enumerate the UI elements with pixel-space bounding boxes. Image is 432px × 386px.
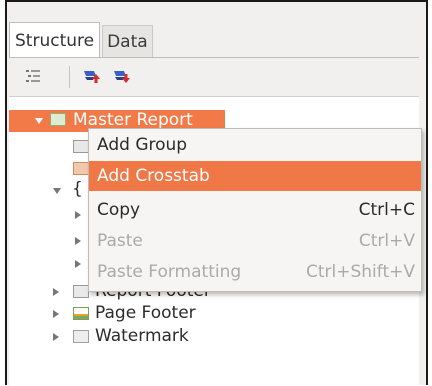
panel-tabs: Structure Data (9, 22, 153, 58)
expand-arrow-icon[interactable] (53, 333, 59, 341)
watermark-icon (73, 330, 89, 343)
menu-item-shortcut: Ctrl+C (358, 200, 415, 220)
menu-item-paste[interactable]: Paste Ctrl+V (89, 226, 421, 256)
tree-label-group-prefix: { (72, 179, 83, 199)
expand-arrow-icon[interactable] (53, 188, 61, 194)
expand-arrow-icon[interactable] (35, 118, 43, 124)
expand-arrow-icon[interactable] (75, 260, 81, 268)
menu-item-add-crosstab[interactable]: Add Crosstab (89, 161, 421, 191)
move-down-icon[interactable] (113, 68, 130, 84)
tab-structure[interactable]: Structure (9, 22, 101, 58)
menu-item-copy[interactable]: Copy Ctrl+C (89, 195, 421, 225)
menu-item-shortcut: Ctrl+V (358, 231, 415, 251)
expand-arrow-icon[interactable] (53, 288, 59, 296)
page-header-icon (73, 140, 89, 153)
expand-arrow-icon[interactable] (75, 237, 81, 245)
move-up-icon[interactable] (83, 68, 100, 84)
toolbar (9, 58, 419, 96)
menu-item-label: Add Group (97, 135, 188, 155)
report-header-icon (73, 162, 89, 175)
expand-arrow-icon[interactable] (75, 211, 81, 219)
menu-item-label: Copy (97, 200, 141, 220)
report-icon (50, 113, 66, 126)
menu-item-add-group[interactable]: Add Group (89, 130, 421, 160)
report-footer-icon (73, 285, 89, 298)
menu-item-label: Paste (97, 231, 143, 251)
tree-label-page-footer[interactable]: Page Footer (95, 302, 196, 325)
menu-item-label: Paste Formatting (97, 262, 242, 282)
tree-label-watermark[interactable]: Watermark (95, 325, 189, 348)
toolbar-separator (69, 66, 70, 88)
menu-item-label: Add Crosstab (97, 166, 210, 186)
context-menu: Add Group Add Crosstab Copy Ctrl+C Paste… (88, 128, 422, 292)
menu-item-shortcut: Ctrl+Shift+V (305, 262, 415, 282)
menu-item-paste-formatting[interactable]: Paste Formatting Ctrl+Shift+V (89, 257, 421, 287)
tab-data[interactable]: Data (102, 25, 153, 58)
outline-view-icon[interactable] (25, 68, 41, 84)
expand-arrow-icon[interactable] (53, 310, 59, 318)
page-footer-icon (73, 307, 89, 320)
